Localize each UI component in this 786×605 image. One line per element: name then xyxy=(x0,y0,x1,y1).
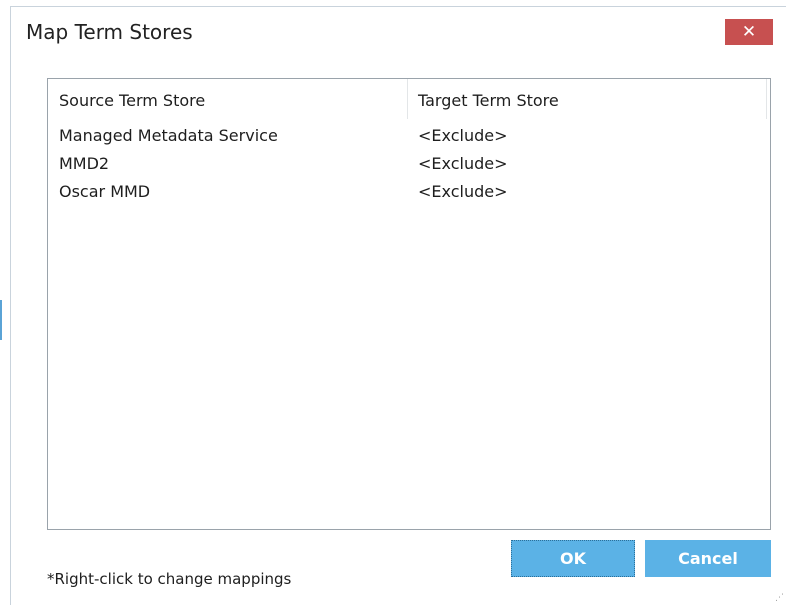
column-header-source[interactable]: Source Term Store xyxy=(59,91,205,110)
background-window-edge xyxy=(0,300,2,340)
list-row[interactable]: Managed Metadata Service <Exclude> xyxy=(48,122,766,150)
target-term-store-cell: <Exclude> xyxy=(418,154,508,173)
source-term-store-cell: Managed Metadata Service xyxy=(59,126,278,145)
dialog-title: Map Term Stores xyxy=(26,20,193,44)
cancel-button[interactable]: Cancel xyxy=(645,540,771,577)
title-bar[interactable]: Map Term Stores ✕ xyxy=(11,7,786,55)
column-separator[interactable] xyxy=(766,79,767,119)
target-term-store-cell: <Exclude> xyxy=(418,182,508,201)
close-icon: ✕ xyxy=(741,22,757,42)
target-term-store-cell: <Exclude> xyxy=(418,126,508,145)
resize-grip-icon[interactable]: ⋰ xyxy=(774,593,784,603)
list-header: Source Term Store Target Term Store xyxy=(48,79,770,119)
column-header-target[interactable]: Target Term Store xyxy=(418,91,559,110)
map-term-stores-dialog: Map Term Stores ✕ Source Term Store Targ… xyxy=(10,6,786,605)
column-separator[interactable] xyxy=(407,79,408,119)
mapping-hint: *Right-click to change mappings xyxy=(47,570,292,588)
ok-button[interactable]: OK xyxy=(511,540,635,577)
list-row[interactable]: MMD2 <Exclude> xyxy=(48,150,766,178)
close-button[interactable]: ✕ xyxy=(725,19,773,45)
list-row[interactable]: Oscar MMD <Exclude> xyxy=(48,178,766,206)
source-term-store-cell: MMD2 xyxy=(59,154,110,173)
term-store-mapping-list[interactable]: Source Term Store Target Term Store Mana… xyxy=(47,78,771,530)
source-term-store-cell: Oscar MMD xyxy=(59,182,151,201)
